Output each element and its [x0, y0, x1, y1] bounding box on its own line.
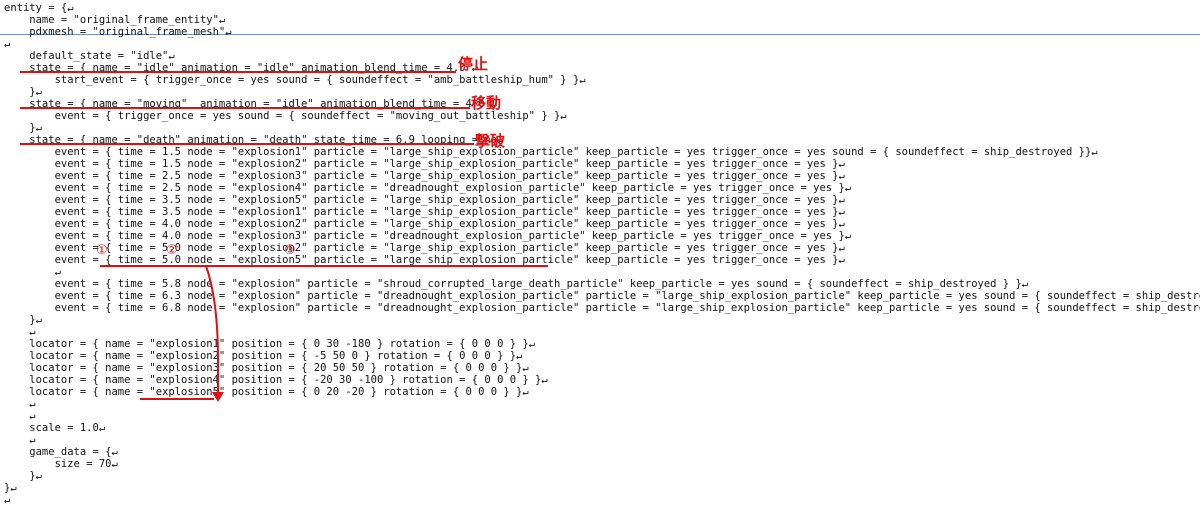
code-line[interactable]: name = "original_frame_entity"↵ [0, 14, 1200, 26]
annotation-circle-3: ③ [284, 243, 296, 258]
code-line-text: size = 70↵ [4, 458, 118, 470]
code-line-text: ↵ [4, 38, 11, 50]
code-line[interactable]: ↵ [0, 38, 1200, 50]
code-line-text: }↵ [4, 122, 42, 134]
code-line[interactable]: }↵ [0, 122, 1200, 134]
code-line[interactable]: event = { time = 2.5 node = "explosion3"… [0, 170, 1200, 182]
code-line-text: }↵ [4, 482, 17, 494]
code-line-text: event = { time = 2.5 node = "explosion3"… [4, 170, 845, 182]
text-editor[interactable]: entity = {↵ name = "original_frame_entit… [0, 0, 1200, 506]
code-line[interactable]: locator = { name = "explosion5" position… [0, 386, 1200, 398]
code-line-text: name = "original_frame_entity"↵ [4, 14, 226, 26]
code-line-text: locator = { name = "explosion5" position… [4, 386, 529, 398]
code-line[interactable]: locator = { name = "explosion2" position… [0, 350, 1200, 362]
code-line-text: ↵ [4, 434, 36, 446]
code-line-text: event = { time = 2.5 node = "explosion4"… [4, 182, 852, 194]
code-line[interactable]: scale = 1.0↵ [0, 422, 1200, 434]
code-line[interactable]: event = { time = 3.5 node = "explosion5"… [0, 194, 1200, 206]
code-line[interactable]: ↵ [0, 266, 1200, 278]
code-line-text: event = { time = 5.0 node = "explosion5"… [4, 254, 845, 266]
code-line-text: locator = { name = "explosion2" position… [4, 350, 523, 362]
code-line[interactable]: size = 70↵ [0, 458, 1200, 470]
code-line-text: }↵ [4, 470, 42, 482]
code-line-text: ↵ [4, 494, 11, 506]
code-line-text: }↵ [4, 314, 42, 326]
code-line-text: event = { time = 1.5 node = "explosion1"… [4, 146, 1098, 158]
code-line-text: default_state = "idle"↵ [4, 50, 175, 62]
annotation-circle-2: ② [166, 243, 178, 258]
code-line[interactable]: game_data = {↵ [0, 446, 1200, 458]
code-line-text: }↵ [4, 86, 42, 98]
code-line-text: event = { time = 6.3 node = "explosion" … [4, 290, 1200, 302]
code-line-text: locator = { name = "explosion4" position… [4, 374, 548, 386]
code-line[interactable]: }↵ [0, 86, 1200, 98]
code-line[interactable]: ↵ [0, 494, 1200, 506]
code-line[interactable]: event = { trigger_once = yes sound = { s… [0, 110, 1200, 122]
code-line-text: start_event = { trigger_once = yes sound… [4, 74, 586, 86]
code-line[interactable]: state = { name = "moving" animation = "i… [0, 98, 1200, 110]
code-line[interactable]: ↵ [0, 434, 1200, 446]
code-line-text: entity = {↵ [4, 2, 74, 14]
code-line-text: event = { time = 4.0 node = "explosion3"… [4, 230, 852, 242]
code-line[interactable]: event = { time = 4.0 node = "explosion3"… [0, 230, 1200, 242]
code-line[interactable]: ↵ [0, 398, 1200, 410]
code-line-text: ↵ [4, 266, 61, 278]
code-line-text: state = { name = "moving" animation = "i… [4, 98, 498, 110]
code-line-text: game_data = {↵ [4, 446, 118, 458]
code-line[interactable]: entity = {↵ [0, 2, 1200, 14]
code-line-text: event = { time = 6.8 node = "explosion" … [4, 302, 1200, 314]
code-line-text: event = { time = 3.5 node = "explosion1"… [4, 206, 845, 218]
annotation-moving-label: 移動 [471, 94, 502, 112]
code-line[interactable]: event = { time = 6.3 node = "explosion" … [0, 290, 1200, 302]
code-line[interactable]: state = { name = "death" animation = "de… [0, 134, 1200, 146]
code-line[interactable]: }↵ [0, 482, 1200, 494]
code-line-text: state = { name = "idle" animation = "idl… [4, 62, 479, 74]
code-line-text: state = { name = "death" animation = "de… [4, 134, 504, 146]
code-line[interactable]: ↵ [0, 410, 1200, 422]
code-line-text: event = { time = 1.5 node = "explosion2"… [4, 158, 845, 170]
code-line-text: pdxmesh = "original_frame_mesh"↵ [4, 26, 232, 38]
code-line[interactable]: ↵ [0, 326, 1200, 338]
annotation-death-label: 撃破 [475, 132, 506, 150]
code-line-text: event = { time = 5.0 node = "explosion2"… [4, 242, 845, 254]
code-line-text: ↵ [4, 398, 36, 410]
code-line[interactable]: event = { time = 1.5 node = "explosion2"… [0, 158, 1200, 170]
code-line-text: ↵ [4, 326, 36, 338]
code-line[interactable]: }↵ [0, 470, 1200, 482]
code-line-text: ↵ [4, 410, 36, 422]
code-line[interactable]: start_event = { trigger_once = yes sound… [0, 74, 1200, 86]
code-line[interactable]: event = { time = 1.5 node = "explosion1"… [0, 146, 1200, 158]
code-line[interactable]: event = { time = 2.5 node = "explosion4"… [0, 182, 1200, 194]
code-line-text: scale = 1.0↵ [4, 422, 106, 434]
code-line[interactable]: event = { time = 5.0 node = "explosion2"… [0, 242, 1200, 254]
code-line[interactable]: event = { time = 3.5 node = "explosion1"… [0, 206, 1200, 218]
code-line-text: event = { time = 4.0 node = "explosion2"… [4, 218, 845, 230]
code-line-text: event = { time = 5.8 node = "explosion" … [4, 278, 1029, 290]
code-line[interactable]: locator = { name = "explosion3" position… [0, 362, 1200, 374]
code-line[interactable]: event = { time = 6.8 node = "explosion" … [0, 302, 1200, 314]
code-line[interactable]: locator = { name = "explosion1" position… [0, 338, 1200, 350]
code-line[interactable]: event = { time = 5.8 node = "explosion" … [0, 278, 1200, 290]
code-line[interactable]: event = { time = 4.0 node = "explosion2"… [0, 218, 1200, 230]
code-line[interactable]: pdxmesh = "original_frame_mesh"↵ [0, 26, 1200, 38]
code-line[interactable]: event = { time = 5.0 node = "explosion5"… [0, 254, 1200, 266]
code-line[interactable]: default_state = "idle"↵ [0, 50, 1200, 62]
code-line-text: locator = { name = "explosion3" position… [4, 362, 529, 374]
code-line[interactable]: state = { name = "idle" animation = "idl… [0, 62, 1200, 74]
code-line-text: event = { time = 3.5 node = "explosion5"… [4, 194, 845, 206]
annotation-idle-label: 停止 [458, 55, 489, 73]
code-line[interactable]: locator = { name = "explosion4" position… [0, 374, 1200, 386]
code-line[interactable]: }↵ [0, 314, 1200, 326]
code-line-text: locator = { name = "explosion1" position… [4, 338, 536, 350]
annotation-circle-1: ① [96, 243, 108, 258]
